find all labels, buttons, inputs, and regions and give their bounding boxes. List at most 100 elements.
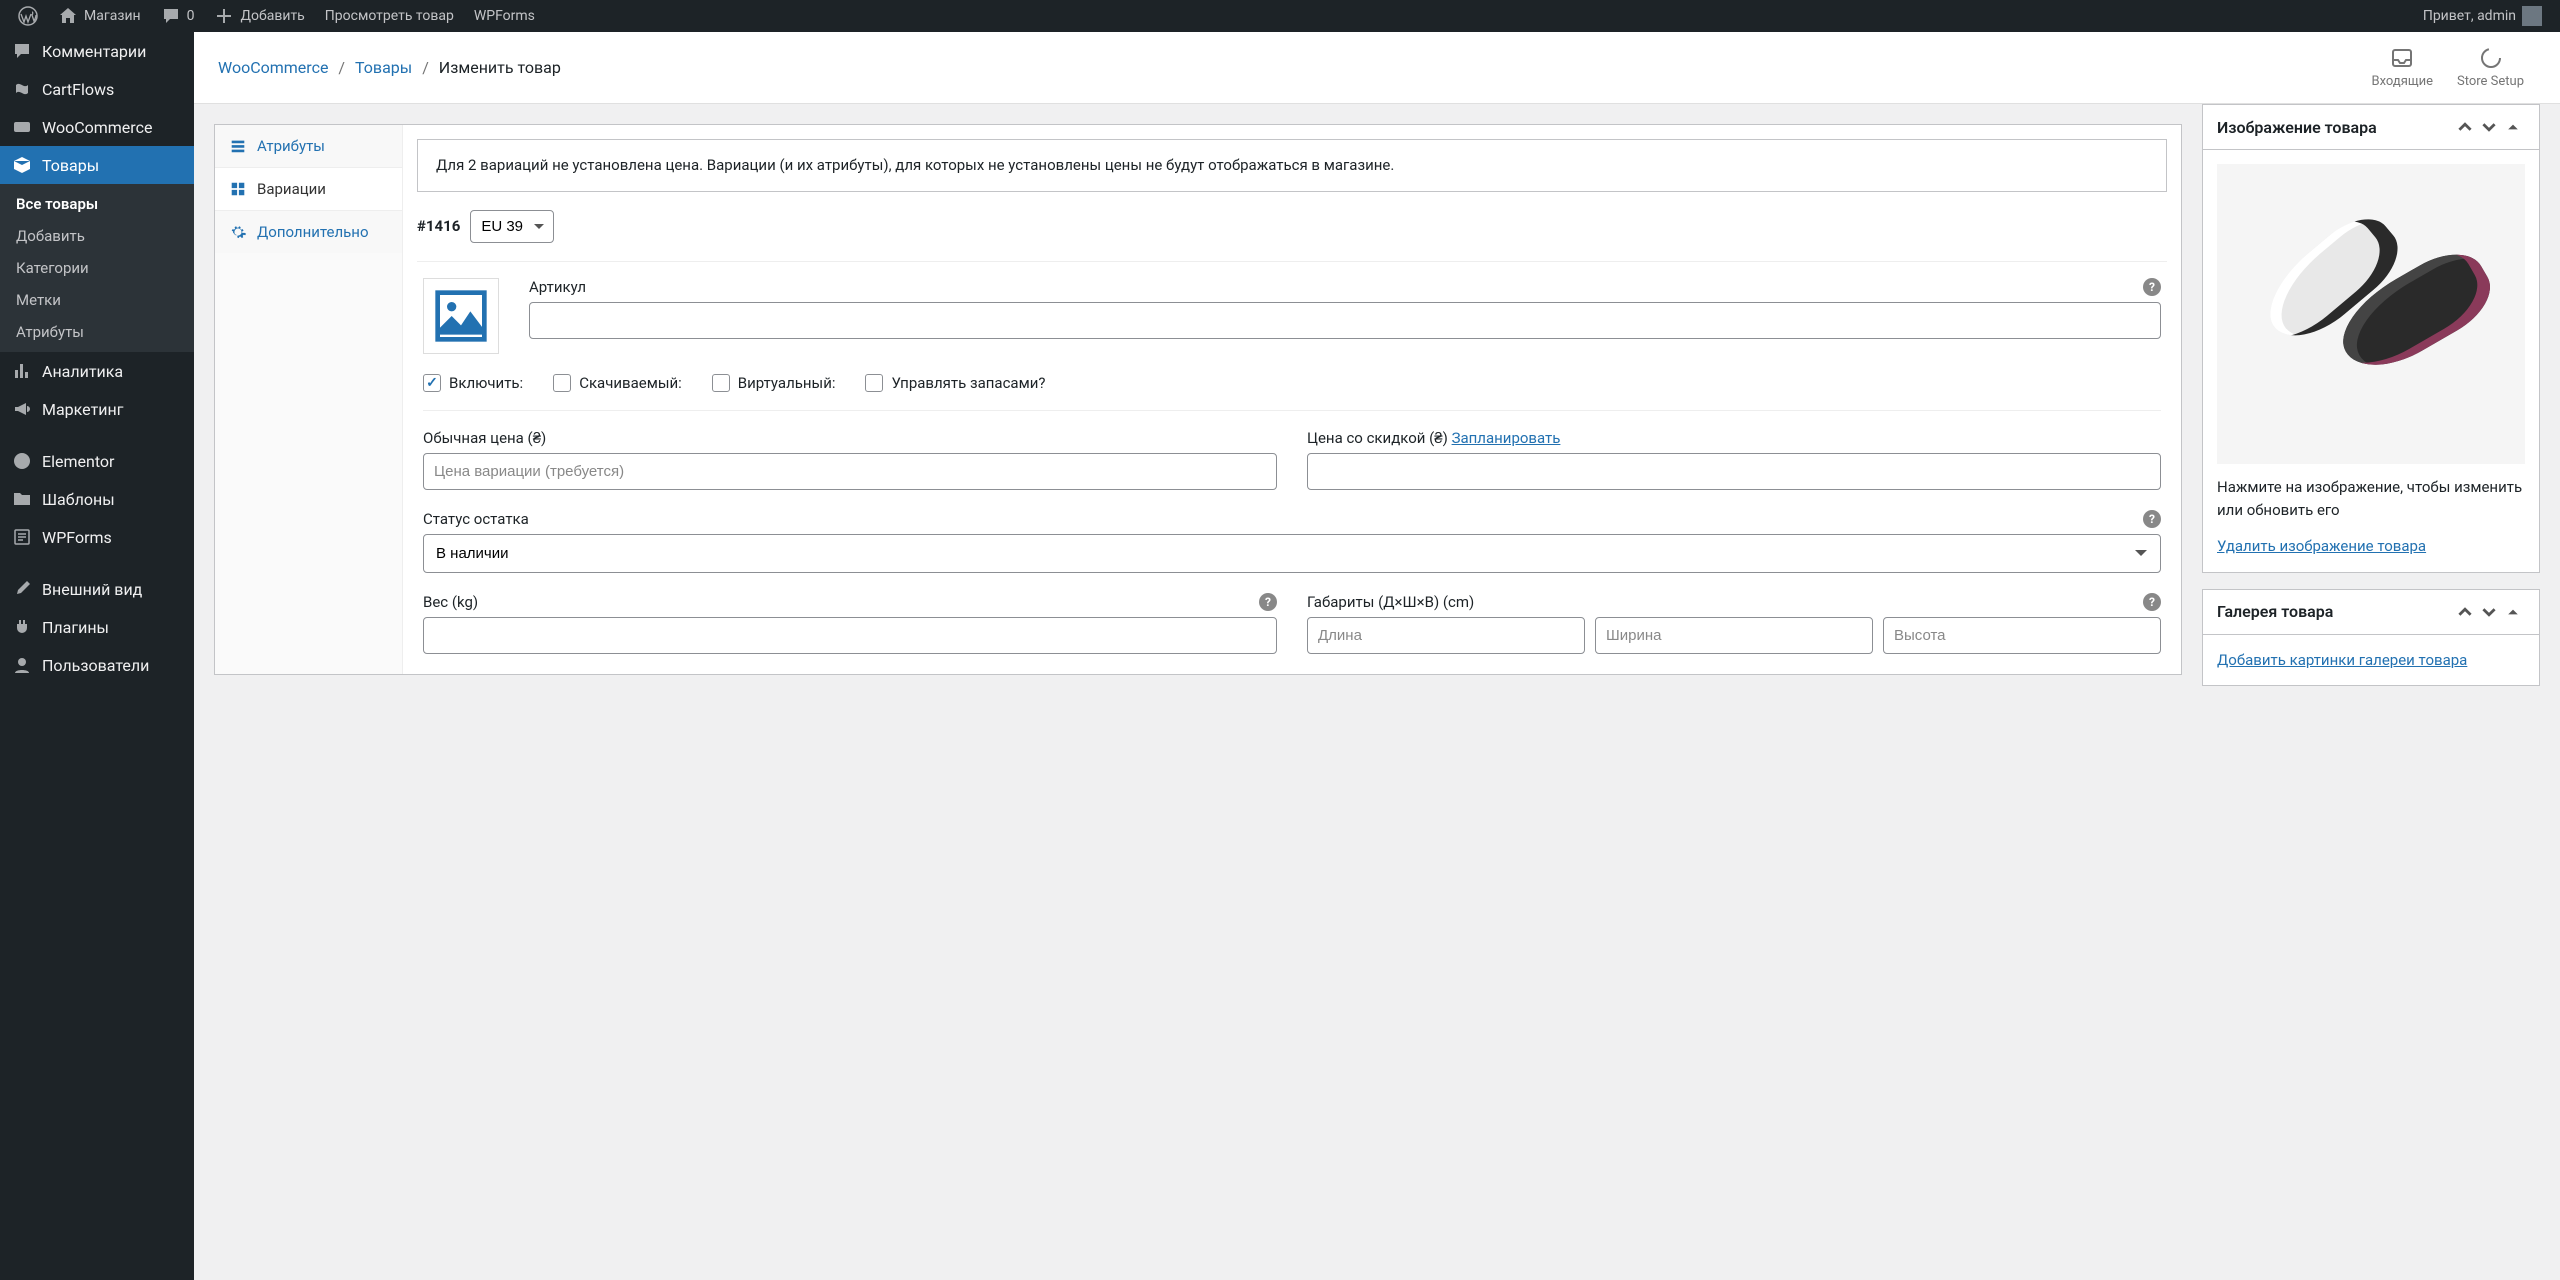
move-up-button[interactable]	[2453, 600, 2477, 624]
variation-image-upload[interactable]	[423, 278, 499, 354]
woocommerce-icon	[12, 117, 32, 137]
help-icon[interactable]: ?	[1259, 593, 1277, 611]
comment-icon	[12, 41, 32, 61]
site-name-link[interactable]: Магазин	[48, 0, 151, 32]
product-gallery-metabox: Галерея товара Добавить картинки галереи…	[2202, 589, 2540, 687]
sale-price-input[interactable]	[1307, 453, 2161, 490]
right-sidebar: Изображение товара Нажмите на изображени…	[2202, 104, 2540, 686]
home-icon	[58, 6, 78, 26]
admin-toolbar: Магазин 0 Добавить Просмотреть товар WPF…	[0, 0, 2560, 32]
brush-icon	[12, 579, 32, 599]
toggle-button[interactable]	[2501, 600, 2525, 624]
plug-icon	[12, 617, 32, 637]
list-icon	[229, 137, 247, 155]
manage-stock-checkbox[interactable]	[865, 374, 883, 392]
sku-input[interactable]	[529, 302, 2161, 339]
menu-cartflows[interactable]: CartFlows	[0, 70, 194, 108]
variation-header[interactable]: #1416 EU 39	[417, 210, 2167, 243]
menu-marketing[interactable]: Маркетинг	[0, 390, 194, 428]
image-placeholder-icon	[433, 288, 489, 344]
move-down-button[interactable]	[2477, 115, 2501, 139]
tab-attributes[interactable]: Атрибуты	[215, 125, 402, 168]
submenu-attributes[interactable]: Атрибуты	[0, 316, 194, 348]
menu-analytics[interactable]: Аналитика	[0, 352, 194, 390]
comments-link[interactable]: 0	[151, 0, 205, 32]
spinner-icon	[2479, 46, 2503, 70]
help-icon[interactable]: ?	[2143, 510, 2161, 528]
wpforms-link[interactable]: WPForms	[464, 0, 545, 32]
virtual-checkbox[interactable]	[712, 374, 730, 392]
menu-comments[interactable]: Комментарии	[0, 32, 194, 70]
products-submenu: Все товары Добавить Категории Метки Атри…	[0, 184, 194, 352]
variations-panel: Для 2 вариаций не установлена цена. Вари…	[403, 125, 2181, 674]
menu-appearance[interactable]: Внешний вид	[0, 570, 194, 608]
store-setup-button[interactable]: Store Setup	[2445, 46, 2536, 89]
regular-price-label: Обычная цена (₴)	[423, 429, 1277, 447]
height-input[interactable]	[1883, 617, 2161, 654]
weight-label: Вес (kg)	[423, 593, 1277, 611]
product-image-hint: Нажмите на изображение, чтобы изменить и…	[2217, 476, 2525, 521]
tab-variations[interactable]: Вариации	[215, 168, 402, 211]
product-data-panel: Атрибуты Вариации Дополнительно Для 2 ва…	[214, 124, 2182, 675]
submenu-add-new[interactable]: Добавить	[0, 220, 194, 252]
width-input[interactable]	[1595, 617, 1873, 654]
virtual-checkbox-label[interactable]: Виртуальный:	[712, 374, 836, 392]
stock-status-select[interactable]: В наличии	[423, 534, 2161, 573]
length-input[interactable]	[1307, 617, 1585, 654]
move-up-button[interactable]	[2453, 115, 2477, 139]
move-down-button[interactable]	[2477, 600, 2501, 624]
weight-input[interactable]	[423, 617, 1277, 654]
inbox-icon	[2390, 46, 2414, 70]
menu-users[interactable]: Пользователи	[0, 646, 194, 684]
variation-id: #1416	[417, 217, 460, 235]
submenu-tags[interactable]: Метки	[0, 284, 194, 316]
grid-icon	[229, 180, 247, 198]
chevron-down-icon	[2482, 605, 2496, 619]
submenu-categories[interactable]: Категории	[0, 252, 194, 284]
gallery-title: Галерея товара	[2217, 602, 2453, 621]
downloadable-checkbox[interactable]	[553, 374, 571, 392]
site-name: Магазин	[84, 8, 141, 24]
caret-up-icon	[2507, 121, 2519, 133]
manage-stock-checkbox-label[interactable]: Управлять запасами?	[865, 374, 1045, 392]
submenu-all-products[interactable]: Все товары	[0, 188, 194, 220]
help-icon[interactable]: ?	[2143, 593, 2161, 611]
menu-woocommerce[interactable]: WooCommerce	[0, 108, 194, 146]
wordpress-icon	[18, 6, 38, 26]
regular-price-input[interactable]	[423, 453, 1277, 490]
form-icon	[12, 527, 32, 547]
view-product-link[interactable]: Просмотреть товар	[315, 0, 464, 32]
enable-checkbox-label[interactable]: Включить:	[423, 374, 523, 392]
schedule-link[interactable]: Запланировать	[1452, 429, 1561, 447]
chevron-up-icon	[2458, 120, 2472, 134]
tab-advanced[interactable]: Дополнительно	[215, 211, 402, 253]
add-gallery-images-link[interactable]: Добавить картинки галереи товара	[2217, 651, 2467, 669]
menu-elementor[interactable]: Elementor	[0, 442, 194, 480]
downloadable-checkbox-label[interactable]: Скачиваемый:	[553, 374, 682, 392]
caret-up-icon	[2507, 606, 2519, 618]
inbox-button[interactable]: Входящие	[2359, 46, 2445, 89]
stock-status-label: Статус остатка	[423, 510, 2161, 528]
wp-logo[interactable]	[8, 0, 48, 32]
user-icon	[12, 655, 32, 675]
menu-plugins[interactable]: Плагины	[0, 608, 194, 646]
breadcrumb-woocommerce[interactable]: WooCommerce	[218, 58, 328, 77]
product-image-metabox: Изображение товара Нажмите на изображени…	[2202, 104, 2540, 573]
enable-checkbox[interactable]	[423, 374, 441, 392]
menu-templates[interactable]: Шаблоны	[0, 480, 194, 518]
remove-image-link[interactable]: Удалить изображение товара	[2217, 537, 2426, 555]
plus-icon	[214, 6, 234, 26]
add-new-link[interactable]: Добавить	[204, 0, 314, 32]
toggle-button[interactable]	[2501, 115, 2525, 139]
product-image-thumbnail[interactable]	[2217, 164, 2525, 464]
user-greeting[interactable]: Привет, admin	[2413, 0, 2552, 32]
variation-size-select[interactable]: EU 39	[470, 210, 554, 243]
analytics-icon	[12, 361, 32, 381]
chevron-up-icon	[2458, 605, 2472, 619]
avatar	[2522, 6, 2542, 26]
breadcrumb-products[interactable]: Товары	[355, 58, 412, 77]
help-icon[interactable]: ?	[2143, 278, 2161, 296]
menu-products[interactable]: Товары	[0, 146, 194, 184]
elementor-icon	[12, 451, 32, 471]
menu-wpforms[interactable]: WPForms	[0, 518, 194, 556]
